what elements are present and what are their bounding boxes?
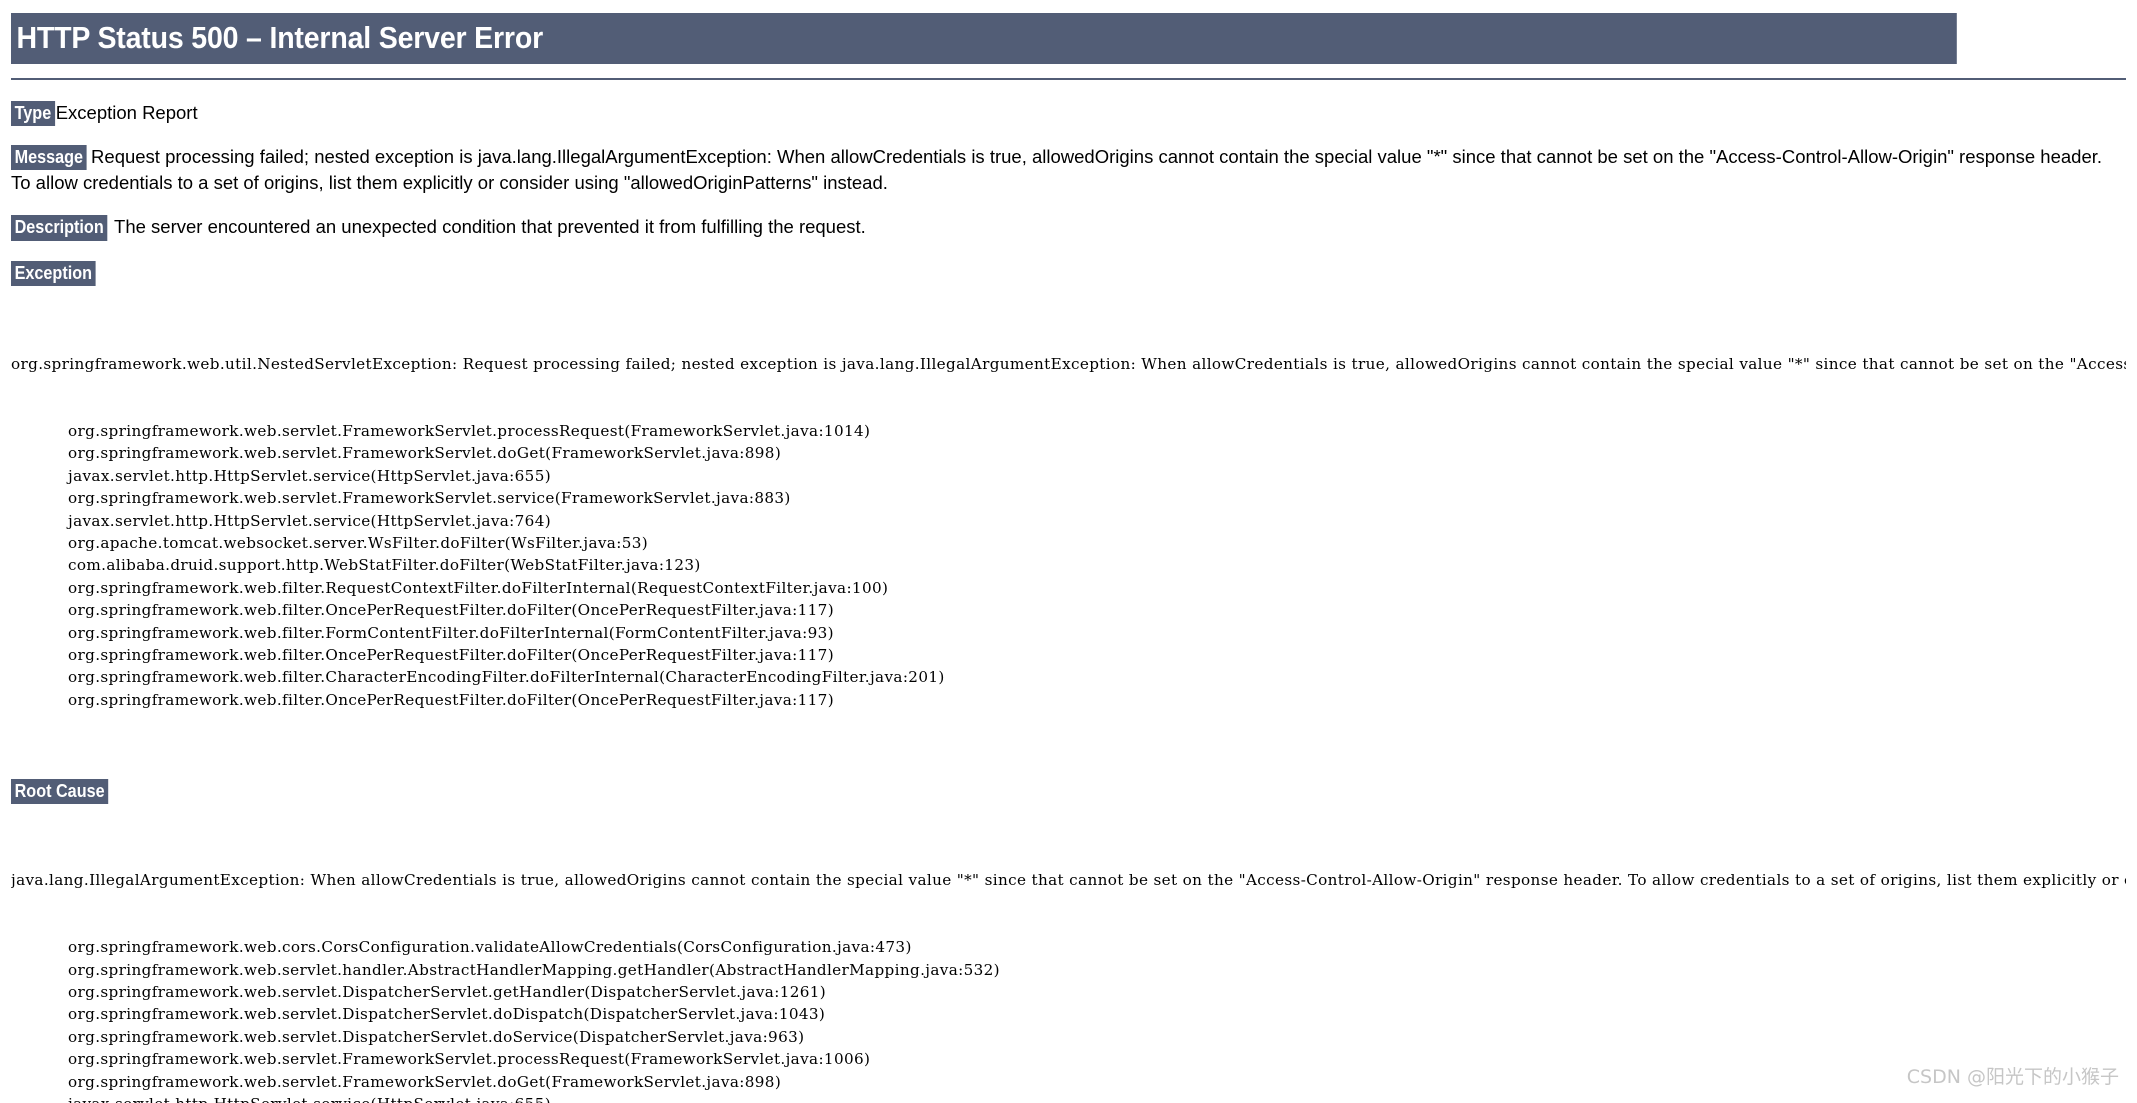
- description-section: Description The server encountered an une…: [11, 214, 2126, 241]
- stacktrace-frame: org.springframework.web.servlet.Framewor…: [68, 422, 871, 441]
- exception-label: Exception: [11, 260, 96, 286]
- stacktrace-frame: javax.servlet.http.HttpServlet.service(H…: [11, 1093, 2126, 1103]
- root-cause-frame-list: org.springframework.web.cors.CorsConfigu…: [11, 936, 2126, 1103]
- stacktrace-header: org.springframework.web.util.NestedServl…: [11, 354, 2126, 373]
- message-section: Message Request processing failed; nested…: [11, 144, 2126, 197]
- stacktrace-frame: org.springframework.web.filter.OncePerRe…: [68, 645, 834, 664]
- stacktrace-frame: org.springframework.web.filter.FormConte…: [68, 623, 834, 642]
- stacktrace-frame: org.springframework.web.servlet.Dispatch…: [68, 982, 827, 1001]
- title-divider: [11, 77, 2126, 80]
- stacktrace-frame: org.apache.tomcat.websocket.server.WsFil…: [68, 533, 649, 552]
- type-value: Exception Report: [55, 101, 198, 123]
- page-title: HTTP Status 500 – Internal Server Error: [11, 13, 1957, 64]
- stacktrace-frame: org.springframework.web.servlet.handler.…: [68, 960, 1000, 979]
- error-page: HTTP Status 500 – Internal Server Error …: [0, 0, 2137, 1103]
- stacktrace-frame: org.springframework.web.servlet.Framewor…: [68, 489, 791, 508]
- stacktrace-frame: com.alibaba.druid.support.http.WebStatFi…: [68, 556, 701, 575]
- stacktrace-frame: org.springframework.web.filter.RequestCo…: [68, 578, 889, 597]
- description-value: The server encountered an unexpected con…: [114, 216, 866, 238]
- stacktrace-header: java.lang.IllegalArgumentException: When…: [11, 870, 2126, 889]
- stacktrace-frame: javax.servlet.http.HttpServlet.service(H…: [68, 466, 552, 485]
- description-label: Description: [11, 215, 108, 241]
- type-label: Type: [11, 100, 55, 126]
- stacktrace-frame: org.springframework.web.filter.Character…: [68, 668, 945, 687]
- root-cause-section: Root Cause: [11, 778, 2126, 805]
- root-cause-label: Root Cause: [11, 778, 109, 805]
- stacktrace-frame: org.springframework.web.servlet.Dispatch…: [68, 1005, 826, 1024]
- stacktrace-frame: org.springframework.web.servlet.Dispatch…: [68, 1027, 805, 1046]
- stacktrace-frame: org.springframework.web.cors.CorsConfigu…: [68, 938, 912, 957]
- stacktrace-frame: org.springframework.web.servlet.Framewor…: [68, 444, 782, 463]
- exception-section: Exception: [11, 260, 2126, 286]
- stacktrace-frame: org.springframework.web.servlet.Framewor…: [68, 1050, 871, 1069]
- stacktrace-frame: org.springframework.web.filter.OncePerRe…: [68, 601, 834, 620]
- type-section: Type Exception Report: [11, 100, 2126, 126]
- message-value: Request processing failed; nested except…: [11, 145, 2103, 194]
- watermark: CSDN @阳光下的小猴子: [1906, 1066, 2119, 1088]
- stacktrace-frame: org.springframework.web.servlet.Framewor…: [68, 1072, 782, 1091]
- stacktrace-frame: org.springframework.web.filter.OncePerRe…: [68, 690, 834, 709]
- message-label: Message: [11, 144, 87, 171]
- exception-stacktrace: org.springframework.web.util.NestedServl…: [11, 308, 2126, 756]
- stacktrace-frame: javax.servlet.http.HttpServlet.service(H…: [68, 511, 552, 530]
- root-cause-stacktrace: java.lang.IllegalArgumentException: When…: [11, 824, 2126, 1103]
- exception-frame-list: org.springframework.web.servlet.Framewor…: [11, 420, 2126, 711]
